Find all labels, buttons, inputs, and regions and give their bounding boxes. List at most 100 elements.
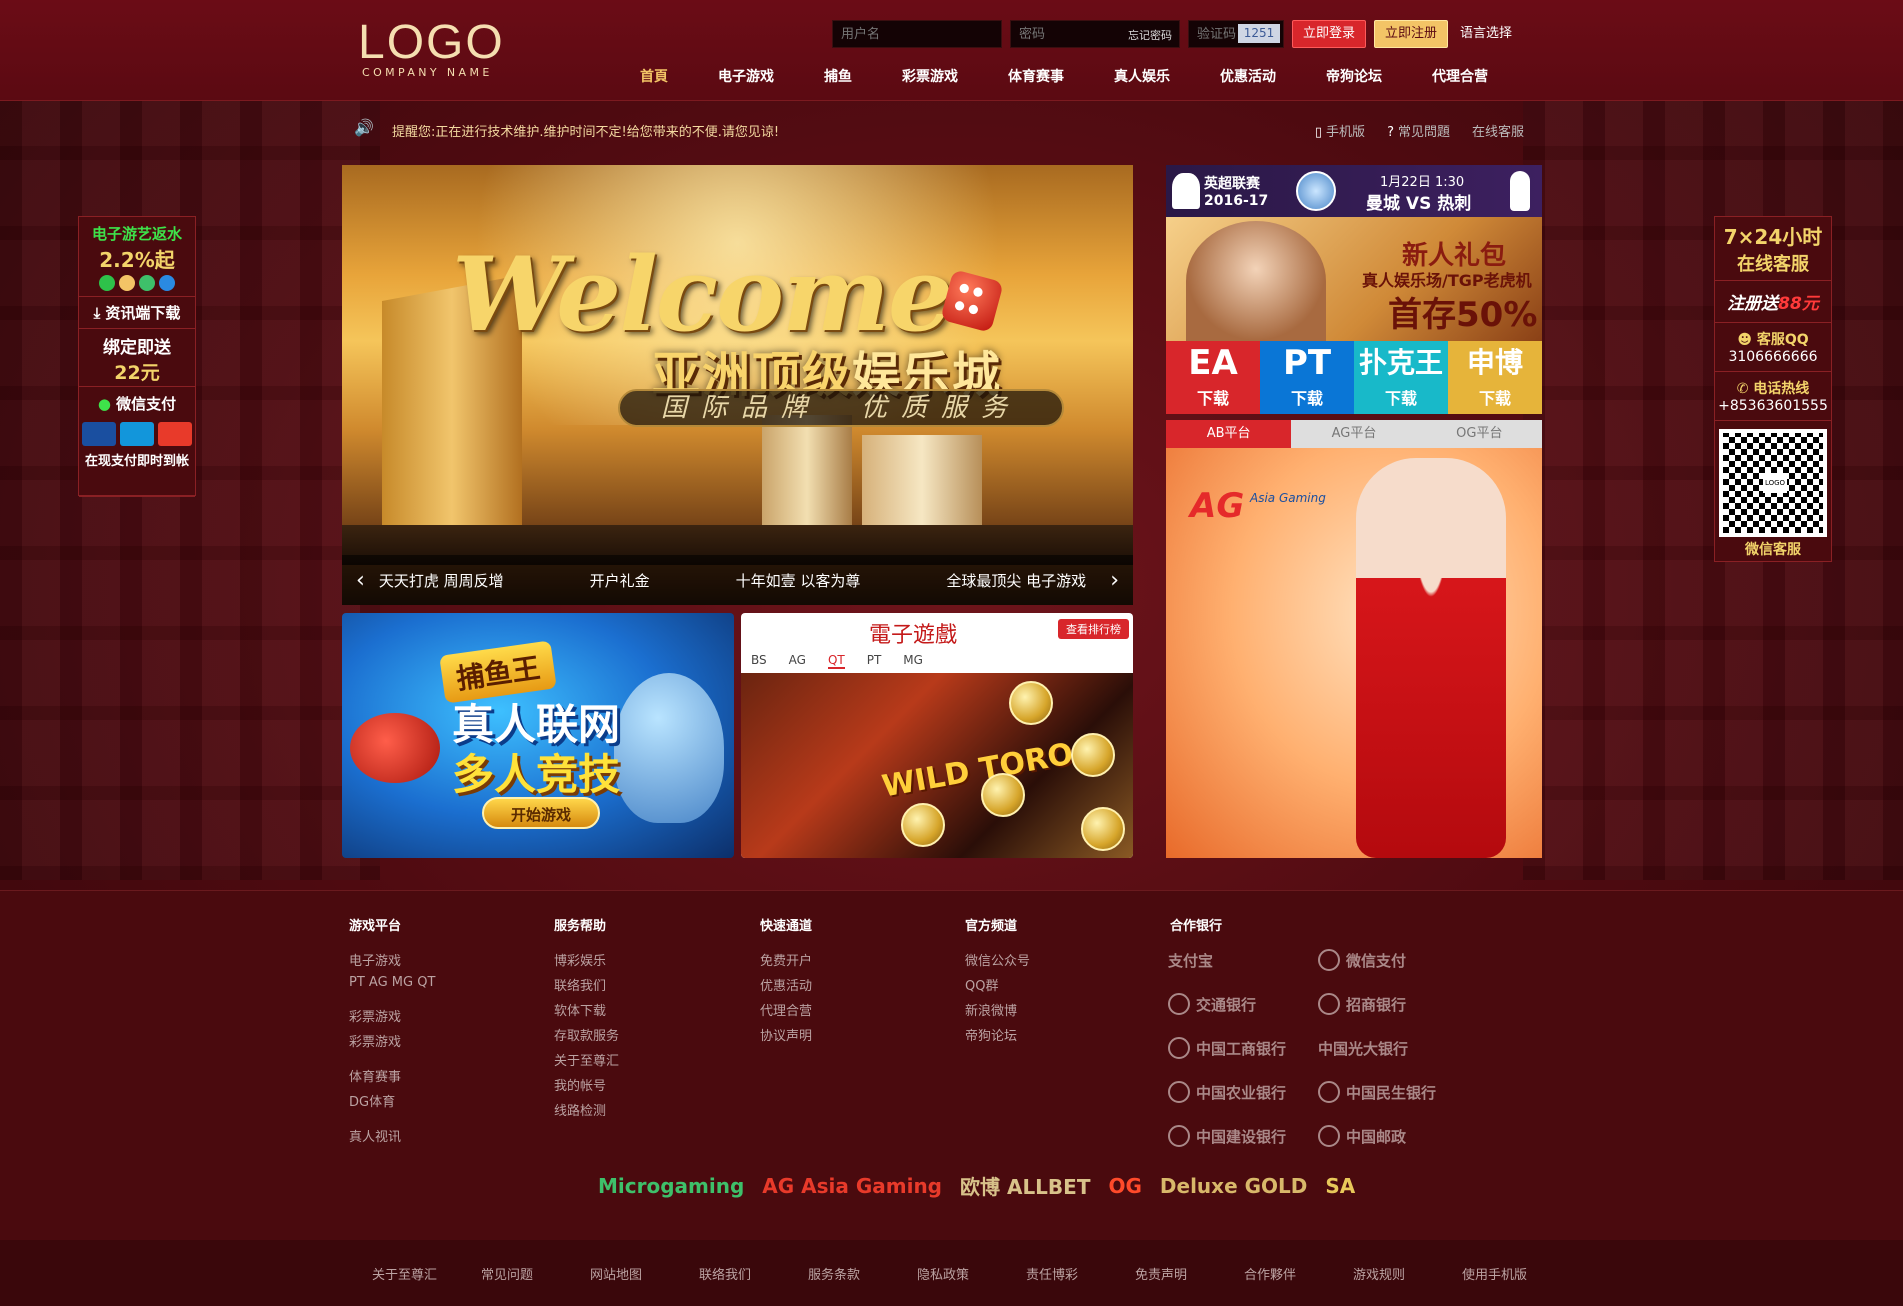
nav-lottery[interactable]: 彩票游戏 <box>902 66 958 86</box>
service-link[interactable]: 在线客服 <box>1472 121 1524 140</box>
nav-home[interactable]: 首頁 <box>640 66 668 86</box>
footer-link[interactable]: QQ群 <box>965 975 1030 994</box>
footer-link[interactable]: 代理合营 <box>760 1000 812 1019</box>
nav-forum[interactable]: 帝狗论坛 <box>1326 66 1382 86</box>
qq-icon: ☻ <box>1737 332 1757 348</box>
caption-item[interactable]: 开户礼金 <box>590 570 650 591</box>
hero-banner[interactable]: Welcome 亚洲顶级娱乐城 国际品牌 优质服务 ‹ 天天打虎 周周反增 开户… <box>342 165 1133 605</box>
bottom-link[interactable]: 隐私政策 <box>917 1264 1026 1283</box>
icbc-logo: 中国工商银行 <box>1168 1033 1308 1063</box>
payment-box[interactable]: ● 微信支付 在现支付即时到帐 <box>79 387 195 497</box>
tab-bs[interactable]: BS <box>751 653 767 669</box>
chevron-right-icon[interactable]: › <box>1096 568 1133 593</box>
dealer-model-image <box>1356 458 1506 858</box>
download-pt-button[interactable]: PT 下载 <box>1260 341 1354 414</box>
footer-link[interactable]: 协议声明 <box>760 1025 812 1044</box>
caption-item[interactable]: 天天打虎 周周反增 <box>379 570 504 591</box>
bottom-link[interactable]: 免责声明 <box>1135 1264 1244 1283</box>
bottom-link[interactable]: 关于至尊汇 <box>372 1264 481 1283</box>
mobile-link[interactable]: ▯ 手机版 <box>1315 121 1365 140</box>
register-gift-amount: 88元 <box>1778 294 1819 314</box>
footer-link[interactable]: 联络我们 <box>554 975 619 994</box>
nav-sports[interactable]: 体育赛事 <box>1008 66 1064 86</box>
footer-link[interactable]: 软体下载 <box>554 1000 619 1019</box>
partner-logos: Microgaming AG Asia Gaming 欧博 ALLBET OG … <box>598 1171 1355 1200</box>
footer-link[interactable]: 存取款服务 <box>554 1025 619 1044</box>
bank-name: 支付宝 <box>1168 951 1214 970</box>
tab-mg[interactable]: MG <box>903 653 923 669</box>
bottom-link[interactable]: 游戏规则 <box>1353 1264 1462 1283</box>
caption-item[interactable]: 全球最顶尖 电子游戏 <box>946 570 1086 591</box>
tab-ab-platform[interactable]: AB平台 <box>1166 420 1292 448</box>
nav-fishing[interactable]: 捕鱼 <box>824 66 852 86</box>
footer-link[interactable]: 优惠活动 <box>760 975 812 994</box>
bottom-link[interactable]: 常见问题 <box>481 1264 590 1283</box>
footer-link[interactable]: 彩票游戏 <box>349 1031 435 1050</box>
logo[interactable]: LOGO COMPANY NAME <box>358 19 505 80</box>
footer-link[interactable]: 帝狗论坛 <box>965 1025 1030 1044</box>
bottom-link[interactable]: 合作夥伴 <box>1244 1264 1353 1283</box>
language-select[interactable]: 语言选择 <box>1460 20 1512 48</box>
nav-electronic-games[interactable]: 电子游戏 <box>718 66 774 86</box>
login-button[interactable]: 立即登录 <box>1292 20 1367 48</box>
hotline-box[interactable]: ✆ 电话热线 +85363601555 <box>1715 372 1831 421</box>
tab-ag-platform[interactable]: AG平台 <box>1291 420 1416 448</box>
forgot-password-link[interactable]: 忘记密码 <box>1128 27 1172 43</box>
tab-pt[interactable]: PT <box>867 653 882 669</box>
register-button[interactable]: 立即注册 <box>1374 20 1449 48</box>
footer-link[interactable]: DG体育 <box>349 1091 435 1110</box>
unionpay-icon <box>82 422 116 446</box>
download-sunbet-button[interactable]: 申博 下载 <box>1448 341 1542 414</box>
caption-item[interactable]: 十年如壹 以客为尊 <box>736 570 861 591</box>
footer-link[interactable]: 彩票游戏 <box>349 1006 435 1025</box>
bank-name: 微信支付 <box>1346 951 1407 970</box>
footer-link[interactable]: 免费开户 <box>760 950 812 969</box>
footer-link[interactable]: 新浪微博 <box>965 1000 1030 1019</box>
nav-live-casino[interactable]: 真人娱乐 <box>1114 66 1170 86</box>
nav-agent[interactable]: 代理合营 <box>1432 66 1488 86</box>
footer-link[interactable]: 关于至尊汇 <box>554 1050 619 1069</box>
notice-bar: 🔊 提醒您:正在进行技术维护.维护时间不定!给您带来的不便.请您见谅! ▯ 手机版… <box>354 118 1544 140</box>
download-ea-button[interactable]: EA 下载 <box>1166 341 1260 414</box>
chevron-left-icon[interactable]: ‹ <box>342 568 379 593</box>
footer-link[interactable]: 博彩娱乐 <box>554 950 619 969</box>
tab-qt[interactable]: QT <box>827 653 845 669</box>
online-service-box[interactable]: 7×24小时 在线客服 <box>1715 217 1831 281</box>
footer-link[interactable]: 真人视讯 <box>349 1126 435 1145</box>
bank-name: 中国建设银行 <box>1196 1127 1287 1146</box>
tab-ag[interactable]: AG <box>789 653 806 669</box>
bottom-link[interactable]: 网站地图 <box>590 1264 699 1283</box>
bank-icon <box>1168 1125 1190 1147</box>
bottom-link[interactable]: 服务条款 <box>808 1264 917 1283</box>
match-ad[interactable]: 英超联赛 2016-17 1月22日 1:30 曼城 VS 热刺 <box>1166 165 1542 217</box>
client-download-button[interactable]: ⤓ 资讯端下载 <box>79 297 195 329</box>
ranking-button[interactable]: 查看排行榜 <box>1058 619 1129 639</box>
username-input[interactable] <box>832 20 1002 48</box>
register-gift[interactable]: 注册送88元 <box>1715 281 1831 323</box>
bottom-link[interactable]: 使用手机版 <box>1462 1264 1571 1283</box>
nav-promotions[interactable]: 优惠活动 <box>1220 66 1276 86</box>
faq-link[interactable]: ? 常见問題 <box>1387 121 1450 140</box>
bottom-link[interactable]: 联络我们 <box>699 1264 808 1283</box>
captcha-image[interactable]: 1251 <box>1238 24 1280 43</box>
footer-link[interactable]: 微信公众号 <box>965 950 1030 969</box>
start-game-button[interactable]: 开始游戏 <box>482 797 600 829</box>
newbie-promo[interactable]: 新人礼包 真人娱乐场/TGP老虎机 首存50% <box>1166 217 1542 341</box>
bank-name: 中国民生银行 <box>1346 1083 1437 1102</box>
bottom-link[interactable]: 责任博彩 <box>1026 1264 1135 1283</box>
footer-link[interactable]: 线路检测 <box>554 1100 619 1119</box>
ag-logo: AG Asia Gaming <box>762 1173 942 1198</box>
bind-bonus-box[interactable]: 绑定即送 22元 <box>79 329 195 387</box>
platform-banner[interactable]: AG Asia Gaming <box>1166 448 1542 858</box>
tab-og-platform[interactable]: OG平台 <box>1417 420 1542 448</box>
footer-link[interactable]: 体育赛事 <box>349 1066 435 1085</box>
footer-link[interactable]: 我的帐号 <box>554 1075 619 1094</box>
slot-game-art[interactable]: WILD TORO <box>741 673 1133 858</box>
qq-box[interactable]: ☻ 客服QQ 3106666666 <box>1715 323 1831 372</box>
download-poker-button[interactable]: 扑克王 下载 <box>1354 341 1448 414</box>
fishing-game-card[interactable]: 捕鱼王 真人联网 多人竞技 开始游戏 <box>342 613 734 858</box>
rebate-box[interactable]: 电子游艺返水 2.2%起 <box>79 217 195 297</box>
bank-name: 中国邮政 <box>1346 1127 1407 1146</box>
footer-link[interactable]: 电子游戏 <box>349 950 435 969</box>
footer-link[interactable]: PT AG MG QT <box>349 975 435 990</box>
